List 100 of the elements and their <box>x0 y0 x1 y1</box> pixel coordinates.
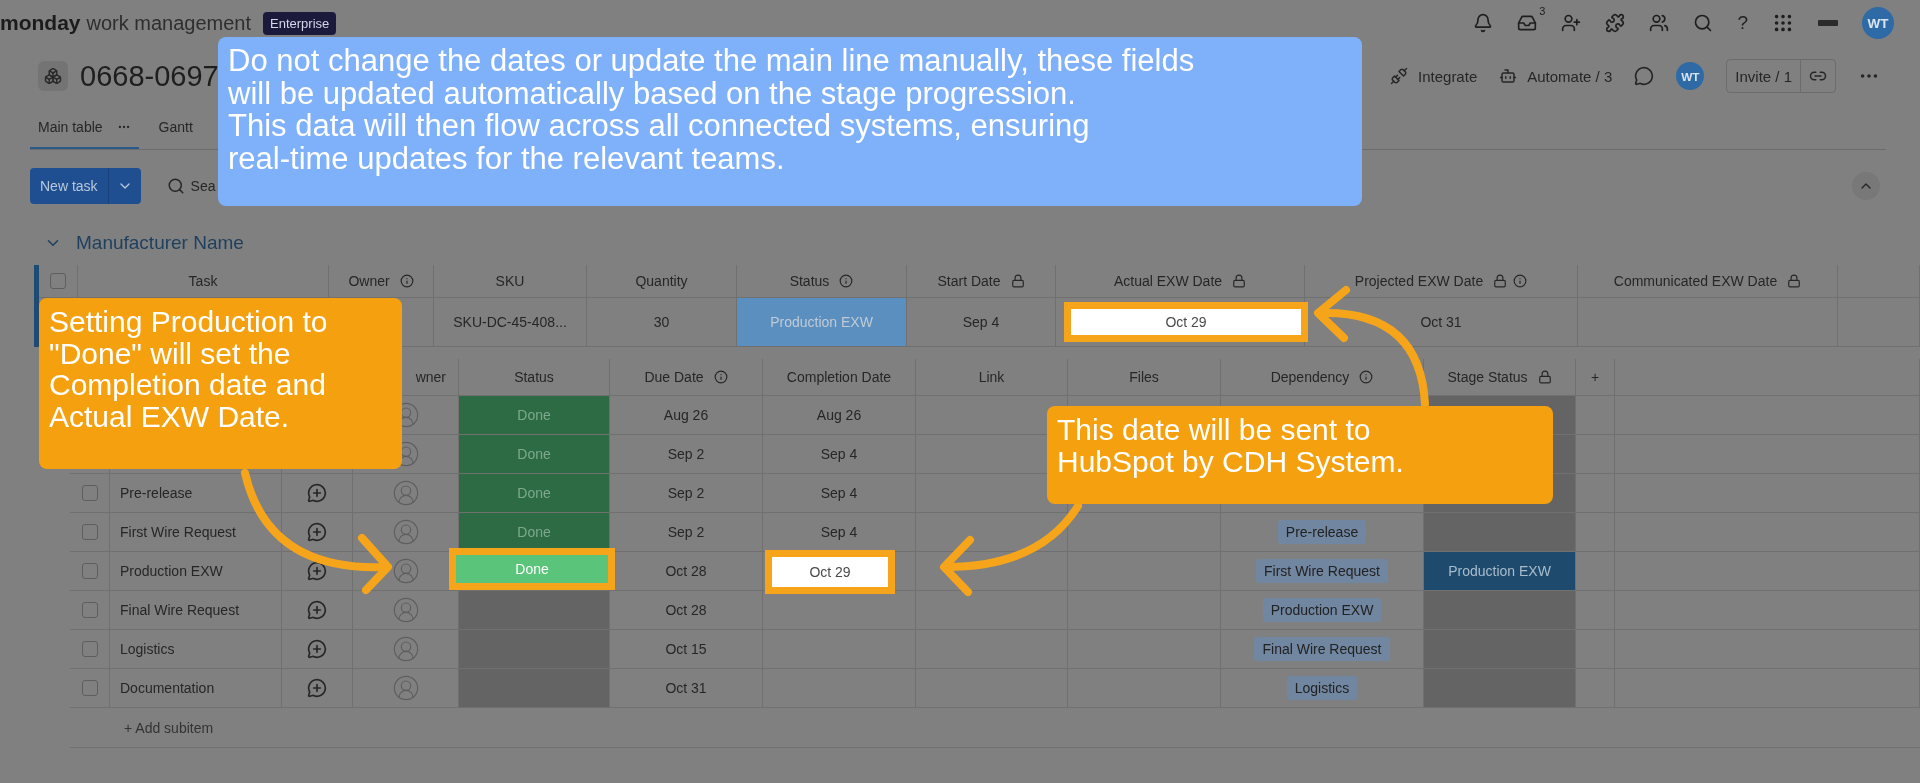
column-header[interactable]: SKU <box>495 273 525 289</box>
search-label[interactable]: Sea <box>190 178 216 194</box>
info-icon[interactable] <box>839 274 854 288</box>
date-cell: Sep 4 <box>962 314 1000 330</box>
dependency-tag[interactable]: Production EXW <box>1262 598 1382 622</box>
status-cell[interactable]: Done <box>459 474 609 512</box>
invite-person-icon[interactable] <box>1561 13 1582 33</box>
empty-status-cell[interactable] <box>459 669 609 707</box>
column-header[interactable]: Owner <box>348 273 390 289</box>
board-title: 0668-0697 <box>80 59 219 93</box>
column-header[interactable]: Due Date <box>644 369 704 385</box>
plan-badge: Enterprise <box>263 11 337 35</box>
user-avatar[interactable]: WT <box>1862 7 1894 39</box>
account-logo-icon <box>1818 18 1838 28</box>
subitem-name[interactable]: Documentation <box>120 680 215 696</box>
info-icon[interactable] <box>1513 274 1528 288</box>
boxes-icon <box>44 67 62 85</box>
dependency-tag[interactable]: Pre-release <box>1277 520 1367 544</box>
view-tab[interactable]: Gantt <box>150 106 201 149</box>
status-cell[interactable]: Done <box>459 396 609 434</box>
info-icon[interactable] <box>1359 370 1374 384</box>
quantity-cell: 30 <box>653 314 670 330</box>
column-header[interactable]: Files <box>1129 369 1159 385</box>
status-cell[interactable]: Done <box>459 435 609 473</box>
column-header[interactable]: Projected EXW Date <box>1354 273 1484 289</box>
puzzle-icon[interactable] <box>1605 13 1626 33</box>
user-avatar[interactable]: WT <box>1676 62 1705 90</box>
date-cell: Oct 31 <box>1420 314 1462 330</box>
help-icon[interactable]: ? <box>1737 12 1748 34</box>
add-update-icon[interactable] <box>307 600 327 620</box>
highlighted-date-cell: Oct 29 <box>765 550 895 594</box>
column-header[interactable]: wner <box>415 369 446 385</box>
column-header[interactable]: Actual EXW Date <box>1113 273 1223 289</box>
checkbox[interactable] <box>81 563 98 579</box>
status-cell[interactable]: Production EXW <box>737 298 906 346</box>
subitem-name[interactable]: Pre-release <box>120 485 193 501</box>
status-cell[interactable]: Done <box>459 513 609 551</box>
checkbox[interactable] <box>81 524 98 540</box>
date-cell: Aug 26 <box>816 407 862 423</box>
add-subitem-link[interactable]: + Add subitem <box>110 719 214 736</box>
status-cell[interactable]: Done <box>449 548 615 590</box>
dependency-tag[interactable]: Logistics <box>1286 676 1358 700</box>
add-update-icon[interactable] <box>307 522 327 542</box>
inbox-icon[interactable] <box>1517 13 1538 33</box>
column-header[interactable]: Completion Date <box>786 369 892 385</box>
date-cell: Oct 28 <box>665 602 707 618</box>
add-update-icon[interactable] <box>307 561 327 581</box>
checkbox[interactable] <box>50 273 66 289</box>
chat-icon[interactable] <box>1634 66 1655 86</box>
empty-status-cell[interactable] <box>459 630 609 668</box>
checkbox[interactable] <box>81 680 98 696</box>
info-icon[interactable] <box>713 370 728 384</box>
action-link[interactable]: Integrate <box>1418 67 1478 85</box>
bell-icon[interactable] <box>1473 13 1494 33</box>
date-cell: Aug 26 <box>663 407 709 423</box>
column-header[interactable]: Stage Status <box>1447 369 1528 385</box>
subitem-name[interactable]: Final Wire Request <box>120 602 240 618</box>
brand-logo[interactable]: monday <box>0 11 81 35</box>
tooltip-callout: Setting Production to "Done" will set the Completion date and Actual EXW Date. <box>39 298 402 469</box>
checkbox[interactable] <box>81 485 98 501</box>
inbox-count: 3 <box>1539 5 1546 17</box>
search-icon[interactable] <box>1693 13 1714 33</box>
column-header[interactable]: + <box>1590 369 1600 385</box>
column-header[interactable]: Dependency <box>1270 369 1350 385</box>
plug-icon <box>1390 67 1408 85</box>
date-cell: Sep 4 <box>820 524 858 540</box>
tooltip-callout: Do not change the dates or update the main line manually, these fields will be updated automatically based on the stage progression. This data will then flow across all connected systems, ensuring real-time updates for the relevant teams. <box>218 37 1362 206</box>
column-header[interactable]: Status <box>789 273 830 289</box>
add-update-icon[interactable] <box>307 639 327 659</box>
dependency-tag[interactable]: First Wire Request <box>1256 559 1388 583</box>
apps-grid-icon[interactable] <box>1772 12 1794 34</box>
sku-cell: SKU-DC-45-408... <box>453 314 567 330</box>
view-tab[interactable]: Main table <box>30 106 139 149</box>
product-name: work management <box>86 11 252 35</box>
checkbox[interactable] <box>81 602 98 618</box>
add-update-icon[interactable] <box>307 678 327 698</box>
column-header[interactable]: Link <box>978 369 1005 385</box>
column-header[interactable]: Communicated EXW Date <box>1613 273 1778 289</box>
search-icon[interactable] <box>166 177 185 195</box>
new-task-button[interactable]: New task <box>30 168 141 204</box>
column-header[interactable]: Task <box>188 273 218 289</box>
people-icon[interactable] <box>1649 13 1670 33</box>
action-link[interactable]: Automate / 3 <box>1527 67 1613 85</box>
highlighted-date-cell: Oct 29 <box>1064 302 1308 342</box>
collapse-button[interactable] <box>1852 172 1880 200</box>
group-title: Manufacturer Name <box>76 232 244 254</box>
column-header[interactable]: Quantity <box>635 273 688 289</box>
add-update-icon[interactable] <box>307 483 327 503</box>
date-cell: Oct 28 <box>665 563 707 579</box>
subitem-name[interactable]: Production EXW <box>120 563 223 579</box>
info-icon[interactable] <box>399 274 414 288</box>
empty-status-cell[interactable] <box>459 591 609 629</box>
column-header[interactable]: Start Date <box>937 273 1001 289</box>
date-cell: Oct 31 <box>665 680 707 696</box>
subitem-name[interactable]: First Wire Request <box>120 524 236 540</box>
subitem-name[interactable]: Logistics <box>120 641 175 657</box>
checkbox[interactable] <box>81 641 98 657</box>
dependency-tag[interactable]: Final Wire Request <box>1254 637 1390 661</box>
tooltip-callout: This date will be sent to HubSpot by CDH System. <box>1047 406 1553 504</box>
column-header[interactable]: Status <box>514 369 554 385</box>
